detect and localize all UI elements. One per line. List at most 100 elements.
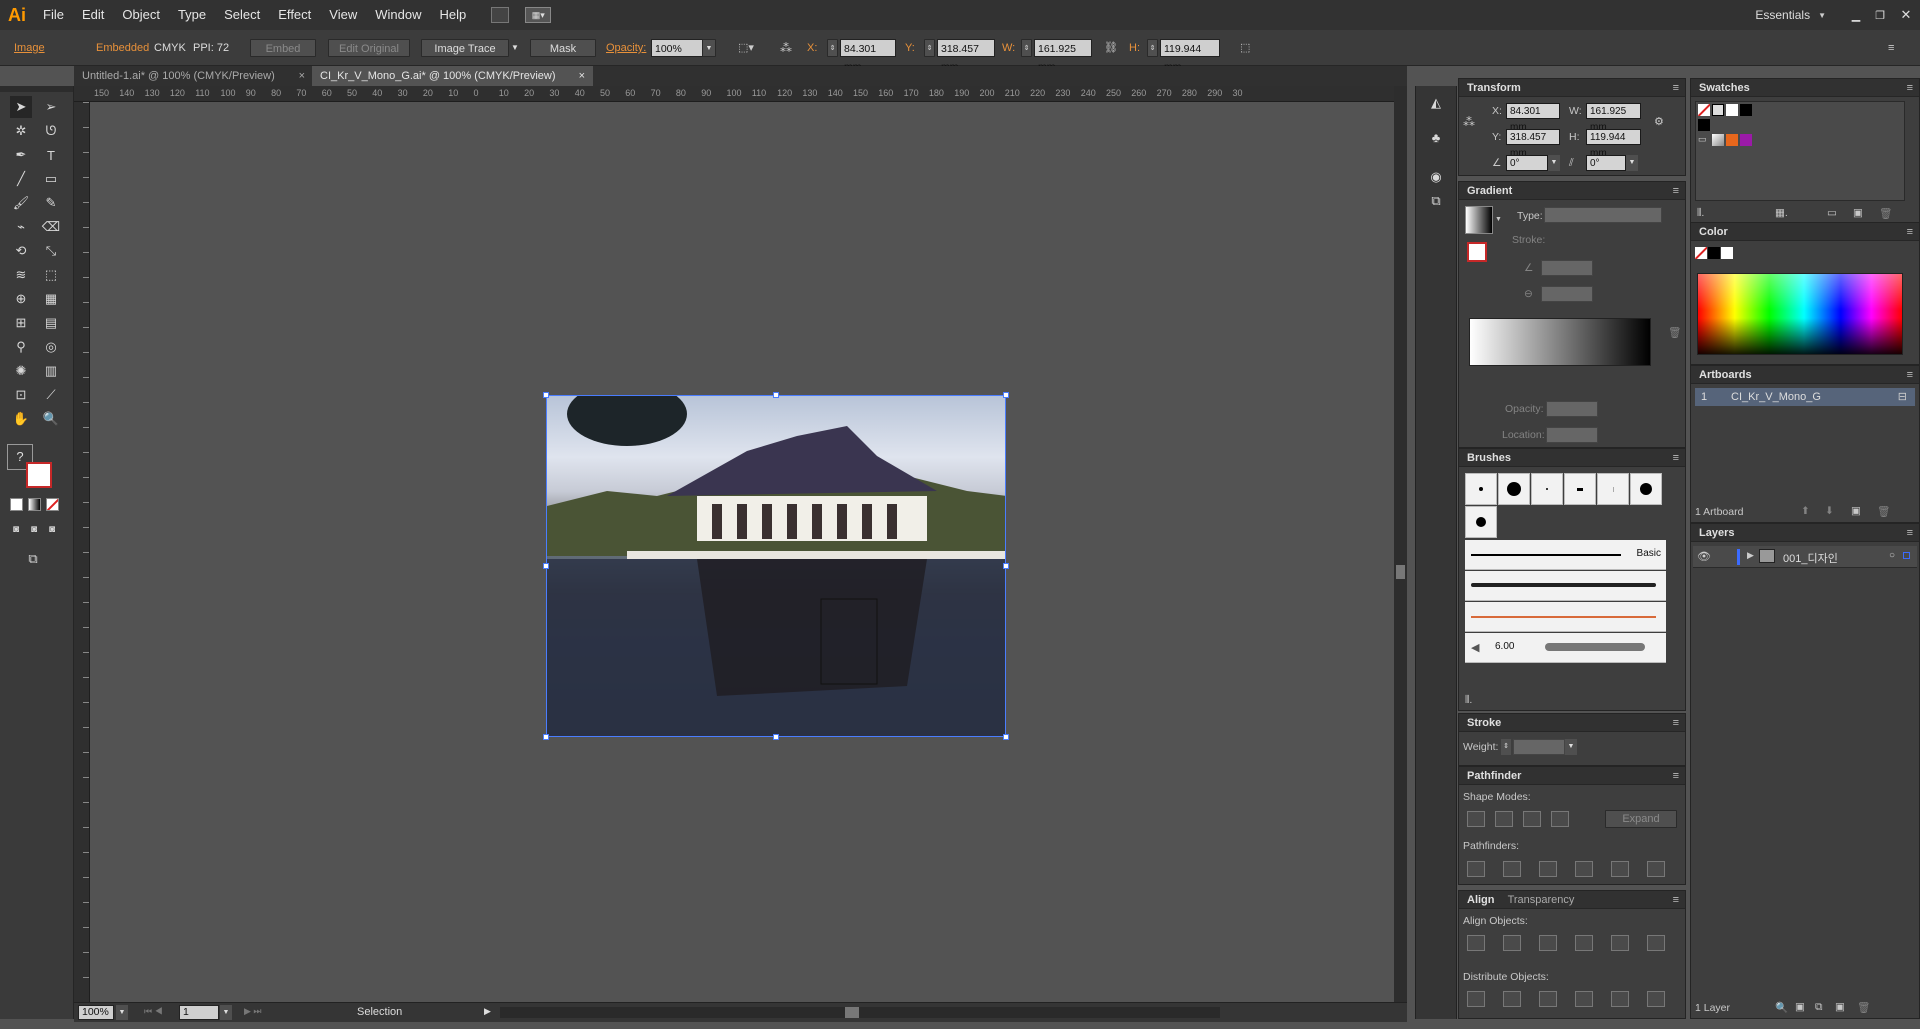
align-bottom-icon[interactable]	[1647, 935, 1665, 951]
trash-icon[interactable]: 🗑	[1668, 326, 1681, 339]
align-top-icon[interactable]	[1575, 935, 1593, 951]
vertical-scrollbar[interactable]	[1394, 86, 1407, 1002]
magic-wand-tool-icon[interactable]: ✲	[10, 120, 32, 142]
minus-front-icon[interactable]	[1495, 811, 1513, 827]
align-to-icon[interactable]: ⬚▾	[738, 39, 760, 57]
slice-tool-icon[interactable]: ⟋	[40, 384, 62, 406]
trash-icon[interactable]: 🗑	[1857, 1001, 1870, 1014]
workspace-switcher[interactable]: Essentials	[1755, 8, 1810, 22]
arrange-documents-icon[interactable]: ▦▾	[525, 7, 552, 23]
menu-window[interactable]: Window	[366, 0, 430, 30]
gradient-swatch[interactable]	[1465, 206, 1493, 234]
image-trace-dropdown-icon[interactable]: ▼	[511, 39, 519, 57]
brush-arrow[interactable]	[1465, 602, 1666, 632]
panel-menu-icon[interactable]: ≡	[1907, 223, 1913, 241]
image-trace-button[interactable]: Image Trace	[421, 39, 509, 57]
selection-indicator-icon[interactable]	[1903, 552, 1910, 559]
artboard-options-icon[interactable]: ⊟	[1898, 390, 1907, 403]
color-none-icon[interactable]	[1695, 247, 1707, 259]
panel-menu-icon[interactable]: ≡	[1907, 366, 1913, 384]
zoom-field[interactable]: 100%	[78, 1005, 114, 1020]
menu-select[interactable]: Select	[215, 0, 269, 30]
new-swatch-icon[interactable]: ▣	[1853, 207, 1863, 219]
brush-dot[interactable]	[1630, 473, 1662, 505]
chevron-down-icon[interactable]: ▼	[1495, 216, 1502, 223]
scroll-thumb[interactable]	[1396, 565, 1405, 579]
brush-dot[interactable]	[1465, 506, 1497, 538]
color-mode-icon[interactable]	[10, 498, 23, 511]
shear-dropdown-icon[interactable]: ▼	[1626, 155, 1638, 171]
stroke-swatch[interactable]	[1467, 242, 1487, 262]
unite-icon[interactable]	[1467, 811, 1485, 827]
swatch-none[interactable]	[1698, 104, 1710, 116]
new-artboard-icon[interactable]: ▣	[1851, 505, 1861, 517]
close-button[interactable]: ✕	[1892, 7, 1920, 23]
tab-transparency[interactable]: Transparency	[1508, 894, 1575, 906]
swatch-white[interactable]	[1726, 104, 1738, 116]
brush-dot[interactable]	[1564, 473, 1596, 505]
menu-effect[interactable]: Effect	[269, 0, 320, 30]
gradient-type-select[interactable]	[1544, 207, 1662, 223]
x-field[interactable]: 84.301 mm	[840, 39, 896, 73]
brush-charcoal[interactable]	[1465, 571, 1666, 601]
bridge-icon[interactable]	[491, 7, 510, 23]
color-white-icon[interactable]	[1721, 247, 1733, 259]
stroke-swatch[interactable]	[26, 462, 52, 488]
align-center-icon[interactable]	[1503, 935, 1521, 951]
close-icon[interactable]: ×	[299, 66, 305, 86]
menu-edit[interactable]: Edit	[73, 0, 113, 30]
swatch-black[interactable]	[1698, 119, 1710, 131]
lasso-tool-icon[interactable]: ᘎ	[40, 120, 62, 142]
panel-menu-icon[interactable]: ≡	[1907, 79, 1913, 97]
eye-icon[interactable]: 👁	[1697, 550, 1711, 563]
location-field[interactable]	[1546, 427, 1598, 443]
scroll-thumb[interactable]	[845, 1007, 859, 1018]
new-color-group-icon[interactable]: ▭	[1827, 207, 1837, 219]
navigator-icon[interactable]: ◭	[1425, 92, 1447, 114]
gradient-mode-icon[interactable]	[28, 498, 41, 511]
panel-menu-icon[interactable]: ≡	[1673, 449, 1679, 467]
y-stepper[interactable]: ⇕	[924, 39, 935, 57]
constrain-proportions-icon[interactable]: ⛓	[1104, 39, 1118, 57]
eraser-tool-icon[interactable]: ⌫	[40, 216, 62, 238]
selection-handle[interactable]	[1003, 392, 1009, 398]
canvas[interactable]	[90, 102, 1394, 1002]
selection-handle[interactable]	[773, 734, 779, 740]
selection-handle[interactable]	[1003, 563, 1009, 569]
selection-handle[interactable]	[543, 734, 549, 740]
perspective-grid-tool-icon[interactable]: ▦	[40, 288, 62, 310]
divide-icon[interactable]	[1467, 861, 1485, 877]
expand-arrow-icon[interactable]: ▶	[1747, 550, 1754, 561]
opacity-dropdown-icon[interactable]: ▼	[702, 39, 716, 57]
h-stepper[interactable]: ⇕	[1147, 39, 1158, 57]
menu-view[interactable]: View	[320, 0, 366, 30]
menu-object[interactable]: Object	[113, 0, 169, 30]
placed-image[interactable]	[546, 395, 1006, 737]
shear-field[interactable]: 0°	[1586, 155, 1626, 171]
blob-brush-tool-icon[interactable]: ⌁	[10, 216, 32, 238]
selection-handle[interactable]	[543, 563, 549, 569]
w-stepper[interactable]: ⇕	[1021, 39, 1032, 57]
x-stepper[interactable]: ⇕	[827, 39, 838, 57]
object-type-link[interactable]: Image	[14, 39, 45, 57]
brush-blob[interactable]: ◀ 6.00	[1465, 633, 1666, 663]
eyedropper-tool-icon[interactable]: ⚲	[10, 336, 32, 358]
align-right-icon[interactable]	[1539, 935, 1557, 951]
menu-type[interactable]: Type	[169, 0, 215, 30]
brush-dot[interactable]	[1531, 473, 1563, 505]
rectangle-tool-icon[interactable]: ▭	[40, 168, 62, 190]
symbol-sprayer-tool-icon[interactable]: ✺	[10, 360, 32, 382]
mesh-tool-icon[interactable]: ⊞	[10, 312, 32, 334]
direct-selection-tool-icon[interactable]: ➢	[40, 96, 62, 118]
transform-w-field[interactable]: 161.925 mm	[1586, 103, 1641, 133]
constrain-proportions-icon[interactable]: ⚙	[1654, 115, 1664, 128]
w-field[interactable]: 161.925 mm	[1034, 39, 1092, 73]
outline-icon[interactable]	[1611, 861, 1629, 877]
align-middle-icon[interactable]	[1611, 935, 1629, 951]
mask-button[interactable]: Mask	[530, 39, 596, 57]
artboard-dropdown-icon[interactable]: ▼	[220, 1005, 232, 1020]
restore-button[interactable]: ❐	[1868, 9, 1892, 22]
swatch-black[interactable]	[1740, 104, 1752, 116]
aspect-ratio-field[interactable]	[1541, 286, 1593, 302]
weight-field[interactable]	[1513, 739, 1565, 755]
